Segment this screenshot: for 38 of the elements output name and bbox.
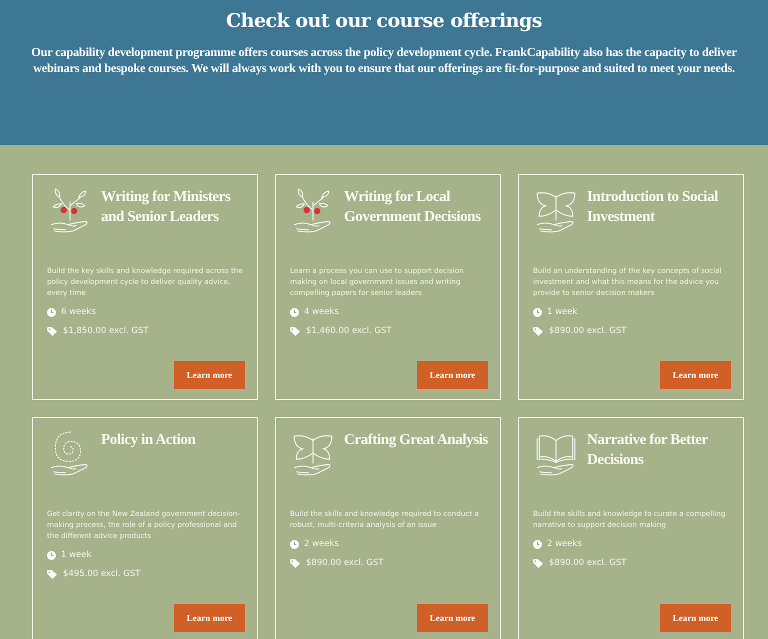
learn-more-button[interactable]: Learn more: [174, 604, 245, 632]
course-price: $495.00 excl. GST: [63, 569, 140, 579]
clock-icon: [47, 308, 56, 316]
clock-icon: [290, 308, 299, 316]
learn-more-button[interactable]: Learn more: [417, 604, 488, 632]
course-price: $1,460.00 excl. GST: [306, 326, 392, 336]
course-duration: 1 week: [547, 307, 578, 317]
clock-icon: [533, 540, 542, 548]
course-title: Writing for Ministers and Senior Leaders: [101, 188, 232, 227]
course-price: $890.00 excl. GST: [306, 558, 384, 568]
course-title: Policy in Action: [101, 431, 196, 450]
intro-paragraph: Our capability development programme offers courses across the policy development cycle. FrankCapability also has the capacity to deliver webinars and bespoke courses. We will always work with you to ensure that our offerings are fit-for-purpose and suited to meet your needs.: [30, 44, 738, 76]
course-duration: 2 weeks: [304, 539, 339, 549]
clock-icon: [290, 540, 299, 548]
tag-icon: [290, 558, 301, 568]
course-duration: 4 weeks: [304, 307, 339, 317]
course-duration: 1 week: [61, 550, 92, 560]
course-duration: 6 weeks: [61, 307, 96, 317]
clock-icon: [533, 308, 542, 316]
course-title: Writing for Local Government Decisions: [344, 188, 482, 227]
learn-more-button[interactable]: Learn more: [660, 604, 731, 632]
course-price: $890.00 excl. GST: [549, 326, 626, 336]
tag-icon: [47, 326, 58, 336]
tag-icon: [290, 326, 301, 336]
tag-icon: [533, 558, 544, 568]
course-title: Narrative for Better Decisions: [587, 431, 709, 470]
course-price: $890.00 excl. GST: [549, 558, 626, 568]
course-duration: 2 weeks: [547, 539, 582, 549]
course-price: $1,850.00 excl. GST: [63, 326, 149, 336]
clock-icon: [47, 550, 56, 560]
learn-more-button[interactable]: Learn more: [660, 361, 731, 389]
page-title: Check out our course offerings: [225, 10, 543, 32]
tag-icon: [533, 326, 544, 336]
learn-more-button[interactable]: Learn more: [174, 361, 245, 389]
course-title: Introduction to Social Investment: [587, 188, 719, 227]
tag-icon: [47, 570, 58, 578]
course-title: Crafting Great Analysis: [344, 431, 488, 450]
learn-more-button[interactable]: Learn more: [417, 361, 488, 389]
